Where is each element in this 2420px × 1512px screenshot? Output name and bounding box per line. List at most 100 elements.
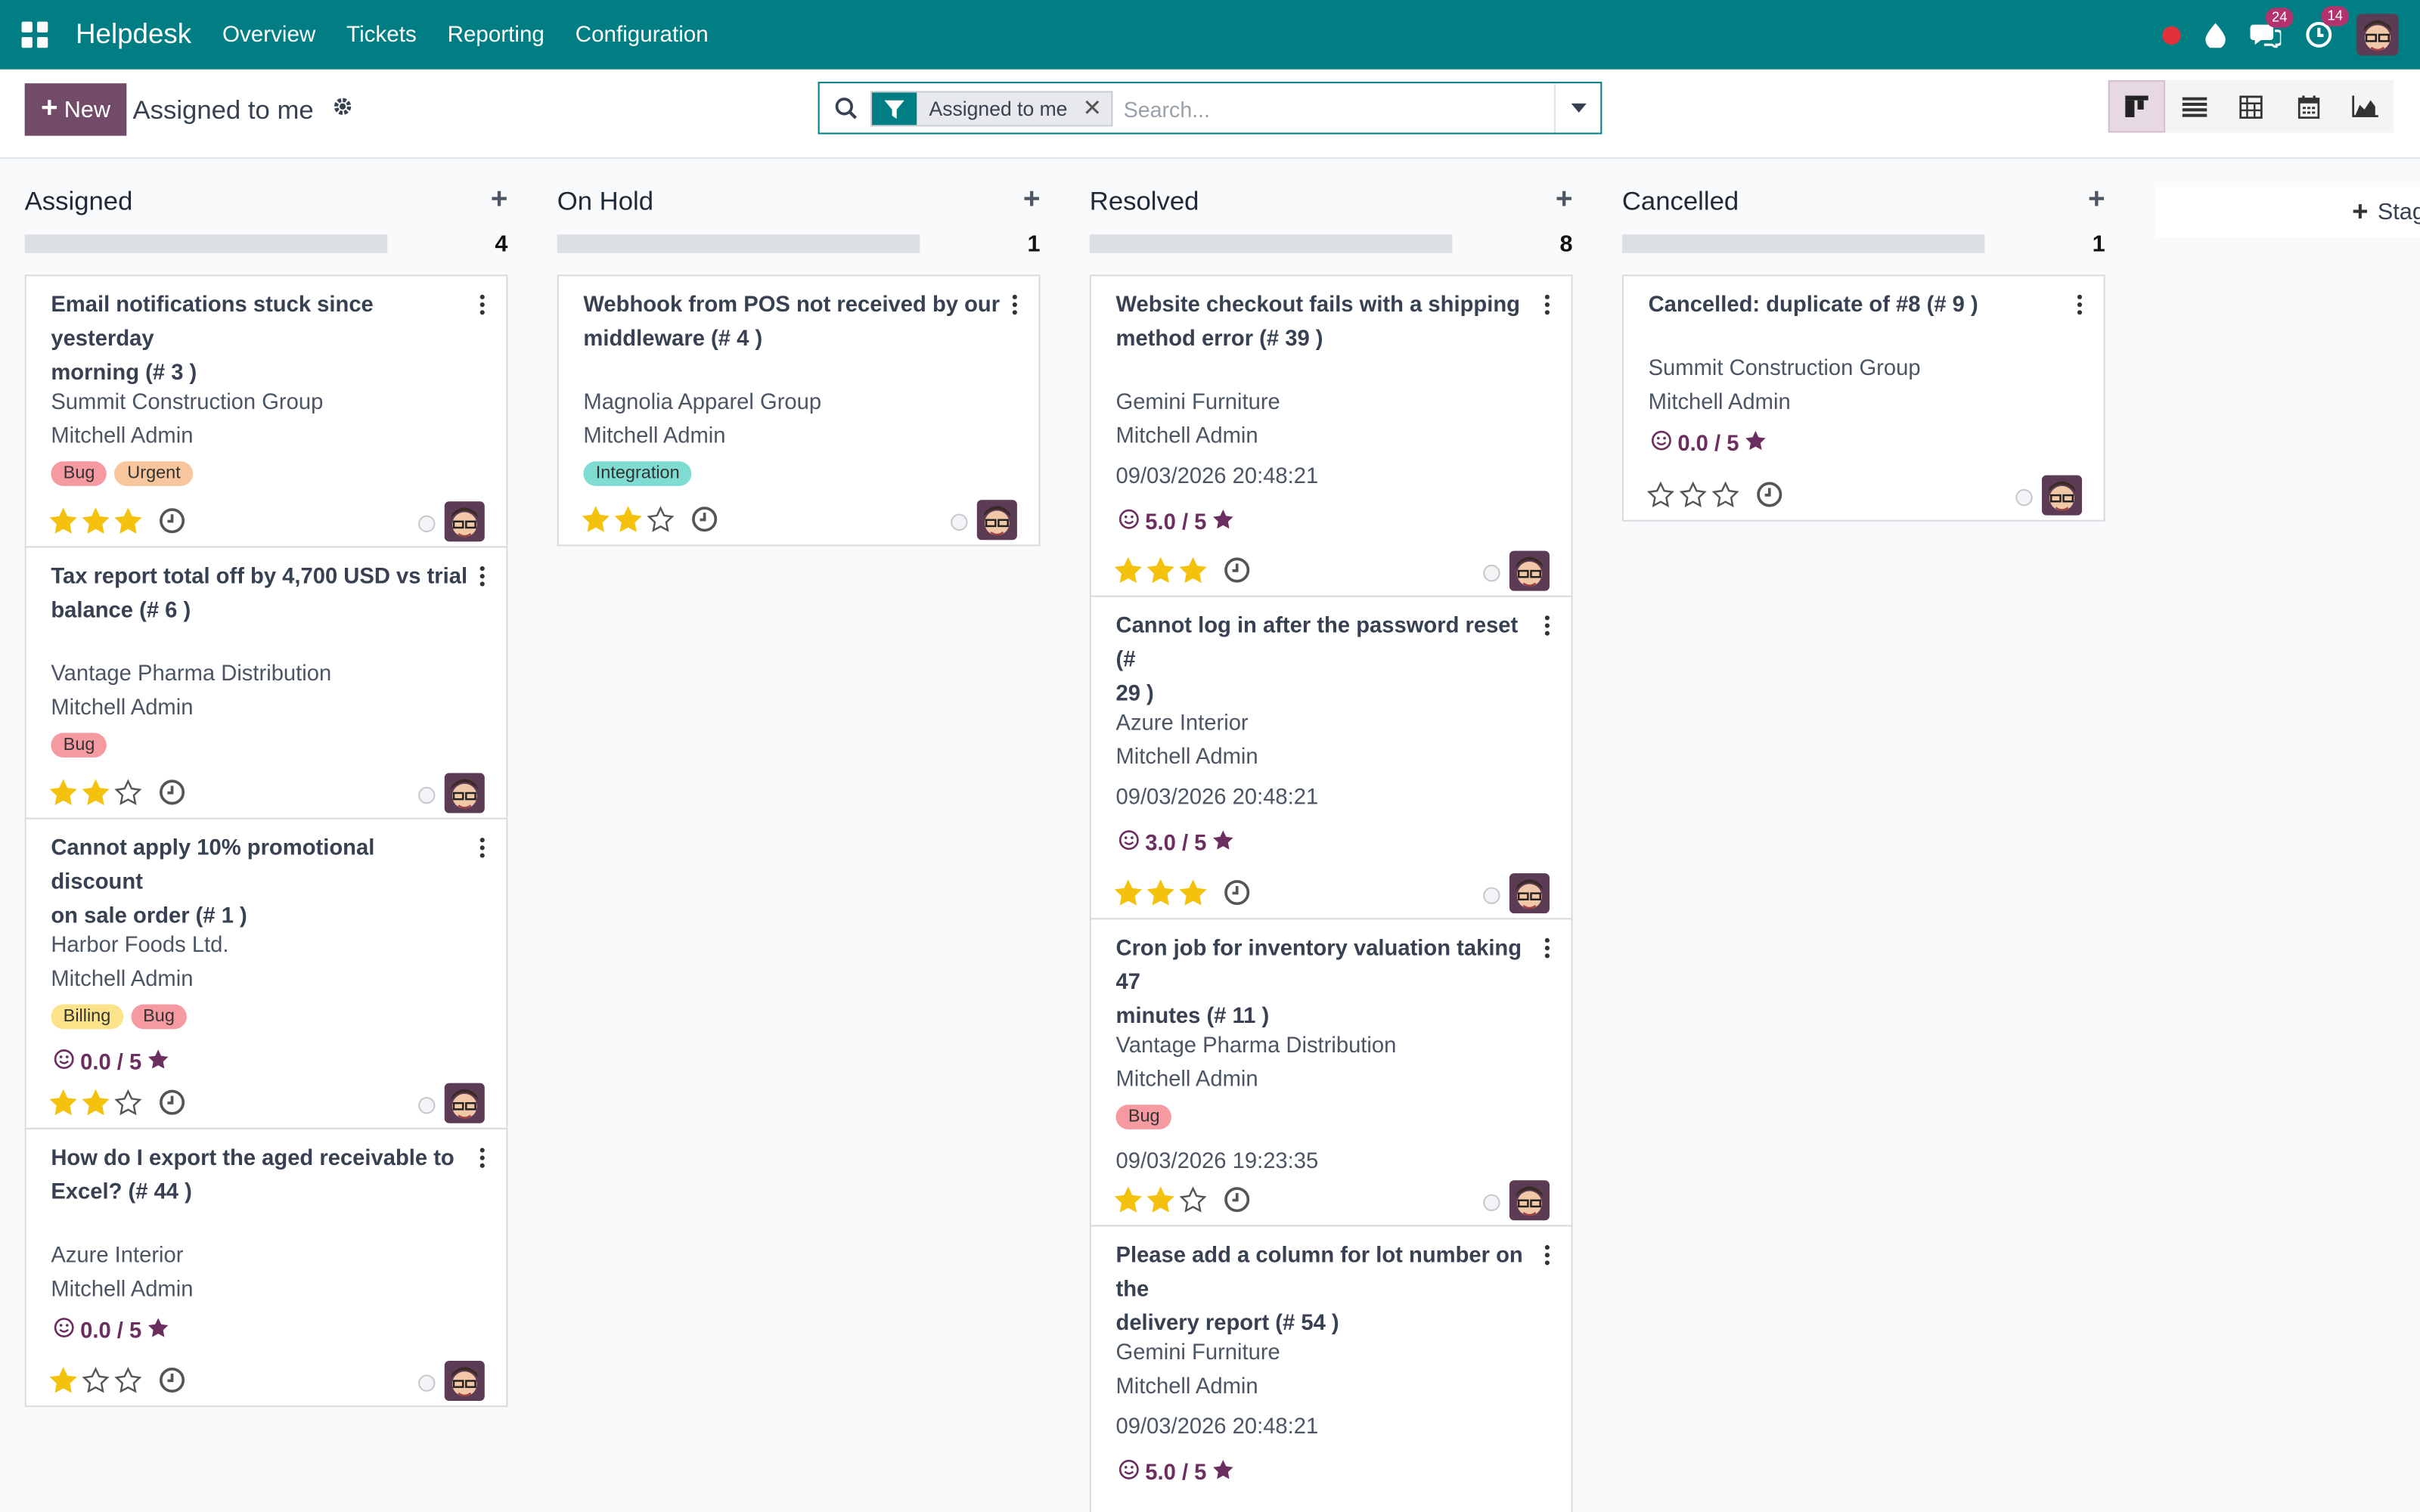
kanban-state-dot[interactable] bbox=[418, 786, 436, 804]
priority-star-icon[interactable] bbox=[1114, 879, 1142, 913]
kanban-state-dot[interactable] bbox=[1483, 564, 1500, 582]
quick-create-icon[interactable]: + bbox=[1023, 184, 1041, 218]
column-title[interactable]: Cancelled bbox=[1622, 187, 1739, 218]
kanban-state-dot[interactable] bbox=[1483, 887, 1500, 904]
priority-star-icon[interactable] bbox=[114, 1089, 142, 1123]
ticket-card[interactable]: Email notifications stuck since yesterda… bbox=[24, 274, 508, 548]
priority-star-icon[interactable] bbox=[49, 507, 77, 541]
priority-star-icon[interactable] bbox=[1146, 1186, 1174, 1220]
priority-star-icon[interactable] bbox=[614, 506, 642, 540]
search-options-toggle[interactable] bbox=[1554, 83, 1600, 133]
card-menu-icon[interactable] bbox=[1544, 615, 1551, 639]
assignee-avatar[interactable] bbox=[444, 501, 485, 542]
assignee-avatar[interactable] bbox=[444, 773, 485, 813]
card-menu-icon[interactable] bbox=[1544, 937, 1551, 962]
search-facet[interactable]: Assigned to me ✕ bbox=[870, 91, 1113, 127]
tag-badge[interactable]: Bug bbox=[51, 461, 107, 486]
card-menu-icon[interactable] bbox=[1544, 294, 1551, 318]
droplet-icon[interactable] bbox=[2205, 22, 2226, 48]
assignee-avatar[interactable] bbox=[2041, 475, 2083, 516]
priority-star-icon[interactable] bbox=[1711, 481, 1739, 516]
tag-badge[interactable]: Urgent bbox=[114, 461, 194, 486]
column-title[interactable]: Resolved bbox=[1090, 187, 1199, 218]
menu-tickets[interactable]: Tickets bbox=[346, 23, 417, 48]
priority-star-icon[interactable] bbox=[82, 1089, 110, 1123]
kanban-state-dot[interactable] bbox=[951, 513, 968, 531]
priority-star-icon[interactable] bbox=[114, 779, 142, 813]
activity-clock-icon[interactable] bbox=[1224, 1186, 1250, 1220]
kanban-state-dot[interactable] bbox=[2015, 488, 2033, 507]
priority-star-icon[interactable] bbox=[49, 1089, 77, 1123]
activity-clock-icon[interactable] bbox=[159, 1089, 185, 1123]
remove-facet-icon[interactable]: ✕ bbox=[1082, 98, 1102, 121]
activity-clock-icon[interactable]: 14 bbox=[2306, 6, 2350, 48]
quick-create-icon[interactable]: + bbox=[1556, 184, 1573, 218]
card-menu-icon[interactable] bbox=[479, 565, 486, 590]
user-avatar[interactable] bbox=[2356, 14, 2399, 56]
tag-badge[interactable]: Integration bbox=[583, 461, 693, 486]
priority-star-icon[interactable] bbox=[114, 507, 142, 541]
card-menu-icon[interactable] bbox=[479, 1148, 486, 1171]
menu-overview[interactable]: Overview bbox=[222, 23, 315, 48]
ticket-card[interactable]: Cannot apply 10% promotional discount on … bbox=[24, 817, 508, 1129]
card-menu-icon[interactable] bbox=[2077, 294, 2083, 318]
pivot-view-button[interactable] bbox=[2222, 80, 2280, 133]
search-icon[interactable] bbox=[835, 98, 858, 129]
app-brand[interactable]: Helpdesk bbox=[76, 18, 191, 51]
activity-clock-icon[interactable] bbox=[1224, 879, 1250, 913]
apps-menu-icon[interactable] bbox=[21, 21, 48, 48]
ticket-card[interactable]: Cron job for inventory valuation taking … bbox=[1089, 918, 1573, 1227]
assignee-avatar[interactable] bbox=[1509, 550, 1550, 591]
ticket-card[interactable]: How do I export the aged receivable to Ex… bbox=[24, 1127, 508, 1408]
priority-star-icon[interactable] bbox=[1146, 879, 1174, 913]
ticket-card[interactable]: Cannot log in after the password reset (… bbox=[1089, 595, 1573, 920]
column-progress-bar[interactable] bbox=[24, 234, 388, 253]
priority-star-icon[interactable] bbox=[1146, 556, 1174, 591]
column-title[interactable]: Assigned bbox=[25, 187, 133, 218]
activity-clock-icon[interactable] bbox=[1756, 482, 1782, 516]
priority-star-icon[interactable] bbox=[49, 779, 77, 813]
priority-star-icon[interactable] bbox=[1179, 1186, 1207, 1220]
priority-star-icon[interactable] bbox=[82, 779, 110, 813]
activity-clock-icon[interactable] bbox=[1224, 557, 1250, 591]
record-icon[interactable] bbox=[2162, 25, 2181, 45]
priority-star-icon[interactable] bbox=[1114, 1186, 1142, 1220]
ticket-card[interactable]: Please add a column for lot number on th… bbox=[1089, 1225, 1573, 1512]
activity-clock-icon[interactable] bbox=[691, 506, 718, 540]
assignee-avatar[interactable] bbox=[976, 500, 1017, 541]
menu-reporting[interactable]: Reporting bbox=[448, 23, 544, 48]
priority-star-icon[interactable] bbox=[647, 506, 675, 540]
activity-clock-icon[interactable] bbox=[159, 779, 185, 813]
column-progress-bar[interactable] bbox=[557, 234, 920, 253]
priority-star-icon[interactable] bbox=[1679, 481, 1707, 516]
priority-star-icon[interactable] bbox=[1179, 879, 1207, 913]
assignee-avatar[interactable] bbox=[1509, 873, 1550, 914]
search-input[interactable] bbox=[1123, 92, 1540, 127]
tag-badge[interactable]: Billing bbox=[51, 1004, 123, 1030]
menu-configuration[interactable]: Configuration bbox=[576, 23, 709, 48]
activity-clock-icon[interactable] bbox=[159, 1367, 185, 1401]
activity-clock-icon[interactable] bbox=[159, 507, 185, 541]
assignee-avatar[interactable] bbox=[444, 1083, 485, 1123]
card-menu-icon[interactable] bbox=[1544, 1244, 1551, 1269]
assignee-avatar[interactable] bbox=[444, 1360, 485, 1402]
tag-badge[interactable]: Bug bbox=[1115, 1105, 1172, 1129]
add-stage-button[interactable]: + Stage bbox=[2154, 186, 2420, 238]
assignee-avatar[interactable] bbox=[1509, 1180, 1550, 1221]
priority-star-icon[interactable] bbox=[49, 1367, 77, 1401]
quick-create-icon[interactable]: + bbox=[2088, 184, 2105, 218]
column-title[interactable]: On Hold bbox=[557, 187, 653, 218]
messages-icon[interactable]: 24 bbox=[2250, 7, 2294, 48]
gear-icon[interactable] bbox=[332, 96, 354, 125]
ticket-card[interactable]: Tax report total off by 4,700 USD vs tri… bbox=[24, 546, 508, 820]
priority-star-icon[interactable] bbox=[1114, 556, 1142, 591]
kanban-state-dot[interactable] bbox=[418, 1374, 436, 1392]
column-progress-bar[interactable] bbox=[1089, 234, 1453, 253]
list-view-button[interactable] bbox=[2165, 80, 2223, 133]
card-menu-icon[interactable] bbox=[479, 294, 486, 318]
ticket-card[interactable]: Cancelled: duplicate of #8 (# 9 ) Summit… bbox=[1621, 274, 2105, 522]
quick-create-icon[interactable]: + bbox=[491, 184, 508, 218]
kanban-view-button[interactable] bbox=[2108, 80, 2166, 133]
column-progress-bar[interactable] bbox=[1621, 234, 1985, 253]
calendar-view-button[interactable] bbox=[2279, 80, 2337, 133]
